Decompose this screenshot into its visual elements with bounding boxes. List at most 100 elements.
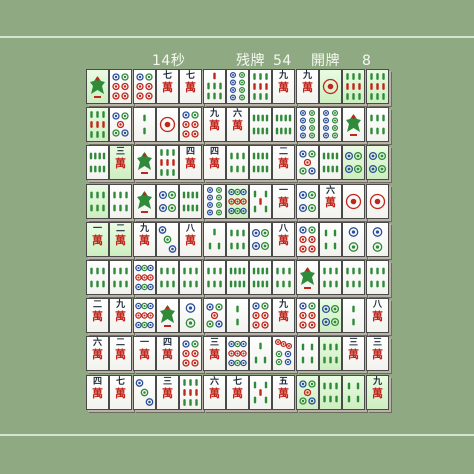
mahjong-tile[interactable] [133,145,156,180]
mahjong-tile[interactable] [226,336,249,371]
mahjong-tile[interactable]: 三萬 [366,336,389,371]
mahjong-tile[interactable] [156,145,179,180]
mahjong-tile[interactable]: 四萬 [179,145,202,180]
mahjong-tile[interactable]: 四萬 [86,375,109,410]
mahjong-tile[interactable] [133,375,156,410]
mahjong-tile[interactable] [342,260,365,295]
mahjong-tile[interactable]: 四萬 [156,336,179,371]
mahjong-tile[interactable] [249,184,272,219]
mahjong-tile[interactable]: 七萬 [179,69,202,104]
mahjong-tile[interactable] [366,107,389,142]
mahjong-tile[interactable] [156,107,179,142]
mahjong-tile[interactable]: 六萬 [319,184,342,219]
mahjong-tile[interactable]: 四萬 [203,145,226,180]
mahjong-tile[interactable] [179,336,202,371]
mahjong-tile[interactable] [179,107,202,142]
mahjong-tile[interactable]: 七萬 [109,375,132,410]
mahjong-tile[interactable] [296,222,319,257]
mahjong-tile[interactable] [156,260,179,295]
mahjong-tile[interactable] [249,375,272,410]
mahjong-tile[interactable]: 三萬 [342,336,365,371]
mahjong-tile[interactable]: 一萬 [133,336,156,371]
mahjong-tile[interactable] [342,375,365,410]
mahjong-tile[interactable] [249,260,272,295]
mahjong-tile[interactable]: 一萬 [272,184,295,219]
mahjong-tile[interactable] [226,222,249,257]
mahjong-tile[interactable] [366,222,389,257]
mahjong-tile[interactable] [86,145,109,180]
mahjong-tile[interactable] [109,184,132,219]
mahjong-tile[interactable] [249,298,272,333]
mahjong-tile[interactable]: 九萬 [296,69,319,104]
mahjong-tile[interactable] [366,260,389,295]
mahjong-tile[interactable] [156,222,179,257]
mahjong-tile[interactable] [86,69,109,104]
mahjong-tile[interactable]: 一萬 [86,222,109,257]
mahjong-tile[interactable] [296,107,319,142]
mahjong-tile[interactable]: 九萬 [203,107,226,142]
mahjong-tile[interactable]: 九萬 [109,298,132,333]
mahjong-tile[interactable] [366,184,389,219]
mahjong-tile[interactable] [272,336,295,371]
mahjong-tile[interactable]: 二萬 [272,145,295,180]
mahjong-tile[interactable] [249,145,272,180]
mahjong-tile[interactable]: 七萬 [226,375,249,410]
mahjong-tile[interactable] [156,184,179,219]
mahjong-tile[interactable] [319,145,342,180]
mahjong-tile[interactable]: 八萬 [272,222,295,257]
mahjong-tile[interactable] [342,222,365,257]
mahjong-tile[interactable] [366,69,389,104]
mahjong-tile[interactable] [319,336,342,371]
mahjong-tile[interactable] [109,69,132,104]
mahjong-tile[interactable]: 六萬 [203,375,226,410]
mahjong-tile[interactable] [296,336,319,371]
mahjong-tile[interactable] [226,145,249,180]
mahjong-tile[interactable] [296,298,319,333]
mahjong-tile[interactable] [179,375,202,410]
mahjong-tile[interactable]: 八萬 [179,222,202,257]
mahjong-tile[interactable] [296,184,319,219]
mahjong-tile[interactable] [342,184,365,219]
mahjong-tile[interactable] [249,107,272,142]
mahjong-tile[interactable] [296,260,319,295]
mahjong-tile[interactable] [226,184,249,219]
mahjong-tile[interactable] [319,222,342,257]
mahjong-tile[interactable] [226,69,249,104]
mahjong-tile[interactable]: 三萬 [109,145,132,180]
mahjong-tile[interactable]: 六萬 [226,107,249,142]
mahjong-tile[interactable] [319,69,342,104]
mahjong-tile[interactable] [133,107,156,142]
mahjong-tile[interactable] [342,145,365,180]
mahjong-tile[interactable]: 六萬 [86,336,109,371]
mahjong-tile[interactable] [319,260,342,295]
mahjong-tile[interactable] [133,69,156,104]
mahjong-tile[interactable]: 九萬 [272,69,295,104]
mahjong-tile[interactable] [249,222,272,257]
mahjong-tile[interactable]: 八萬 [366,298,389,333]
mahjong-tile[interactable] [179,260,202,295]
mahjong-tile[interactable] [342,107,365,142]
mahjong-tile[interactable] [342,69,365,104]
mahjong-tile[interactable]: 九萬 [272,298,295,333]
mahjong-tile[interactable] [133,260,156,295]
mahjong-tile[interactable]: 九萬 [133,222,156,257]
mahjong-tile[interactable] [203,260,226,295]
mahjong-tile[interactable] [179,298,202,333]
mahjong-tile[interactable] [86,260,109,295]
mahjong-tile[interactable] [203,298,226,333]
mahjong-tile[interactable] [156,298,179,333]
mahjong-tile[interactable]: 二萬 [109,222,132,257]
mahjong-tile[interactable] [203,222,226,257]
mahjong-tile[interactable]: 二萬 [86,298,109,333]
mahjong-tile[interactable] [296,145,319,180]
mahjong-tile[interactable] [342,298,365,333]
mahjong-tile[interactable]: 二萬 [109,336,132,371]
mahjong-tile[interactable] [109,107,132,142]
mahjong-tile[interactable] [203,69,226,104]
mahjong-tile[interactable]: 七萬 [156,69,179,104]
mahjong-tile[interactable] [133,298,156,333]
mahjong-tile[interactable]: 三萬 [203,336,226,371]
mahjong-tile[interactable] [226,298,249,333]
mahjong-tile[interactable] [133,184,156,219]
mahjong-tile[interactable] [319,107,342,142]
